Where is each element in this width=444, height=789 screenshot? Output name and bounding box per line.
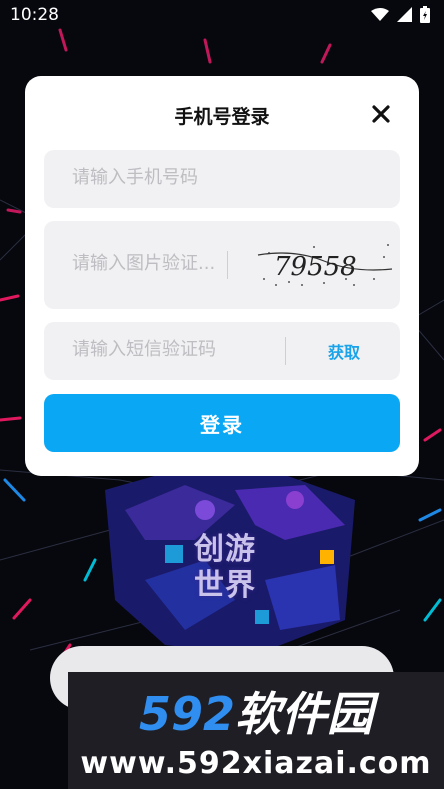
phone-field[interactable] — [44, 150, 400, 208]
watermark: 592软件园 www.592xiazai.com — [68, 672, 444, 789]
watermark-number: 592 — [138, 687, 236, 741]
watermark-url: www.592xiazai.com — [80, 746, 432, 781]
captcha-image[interactable]: 79558 — [254, 235, 394, 293]
status-time: 10:28 — [10, 5, 59, 25]
close-icon[interactable] — [369, 102, 393, 126]
captcha-field[interactable]: 79558 — [44, 221, 400, 309]
sms-code-field[interactable]: 获取 — [44, 322, 400, 380]
signal-icon — [397, 7, 412, 22]
get-code-button[interactable]: 获取 — [328, 339, 360, 363]
login-modal: 手机号登录 79558 获取 登录 — [25, 76, 419, 476]
captcha-input[interactable] — [70, 252, 224, 275]
sms-code-input[interactable] — [70, 338, 274, 361]
wifi-icon — [371, 7, 389, 21]
game-logo-line2: 世界 — [194, 568, 256, 603]
captcha-image-text: 79558 — [274, 252, 357, 282]
battery-icon — [420, 6, 430, 23]
login-button[interactable]: 登录 — [44, 394, 400, 452]
phone-input[interactable] — [70, 166, 384, 189]
game-logo: 创游 世界 — [185, 532, 265, 604]
status-bar: 10:28 — [0, 0, 444, 30]
modal-title: 手机号登录 — [174, 106, 270, 128]
game-logo-line1: 创游 — [194, 532, 256, 567]
watermark-brand: 592软件园 — [68, 678, 444, 744]
sms-divider — [285, 337, 286, 365]
watermark-text: 软件园 — [235, 687, 374, 741]
captcha-divider — [227, 251, 228, 279]
